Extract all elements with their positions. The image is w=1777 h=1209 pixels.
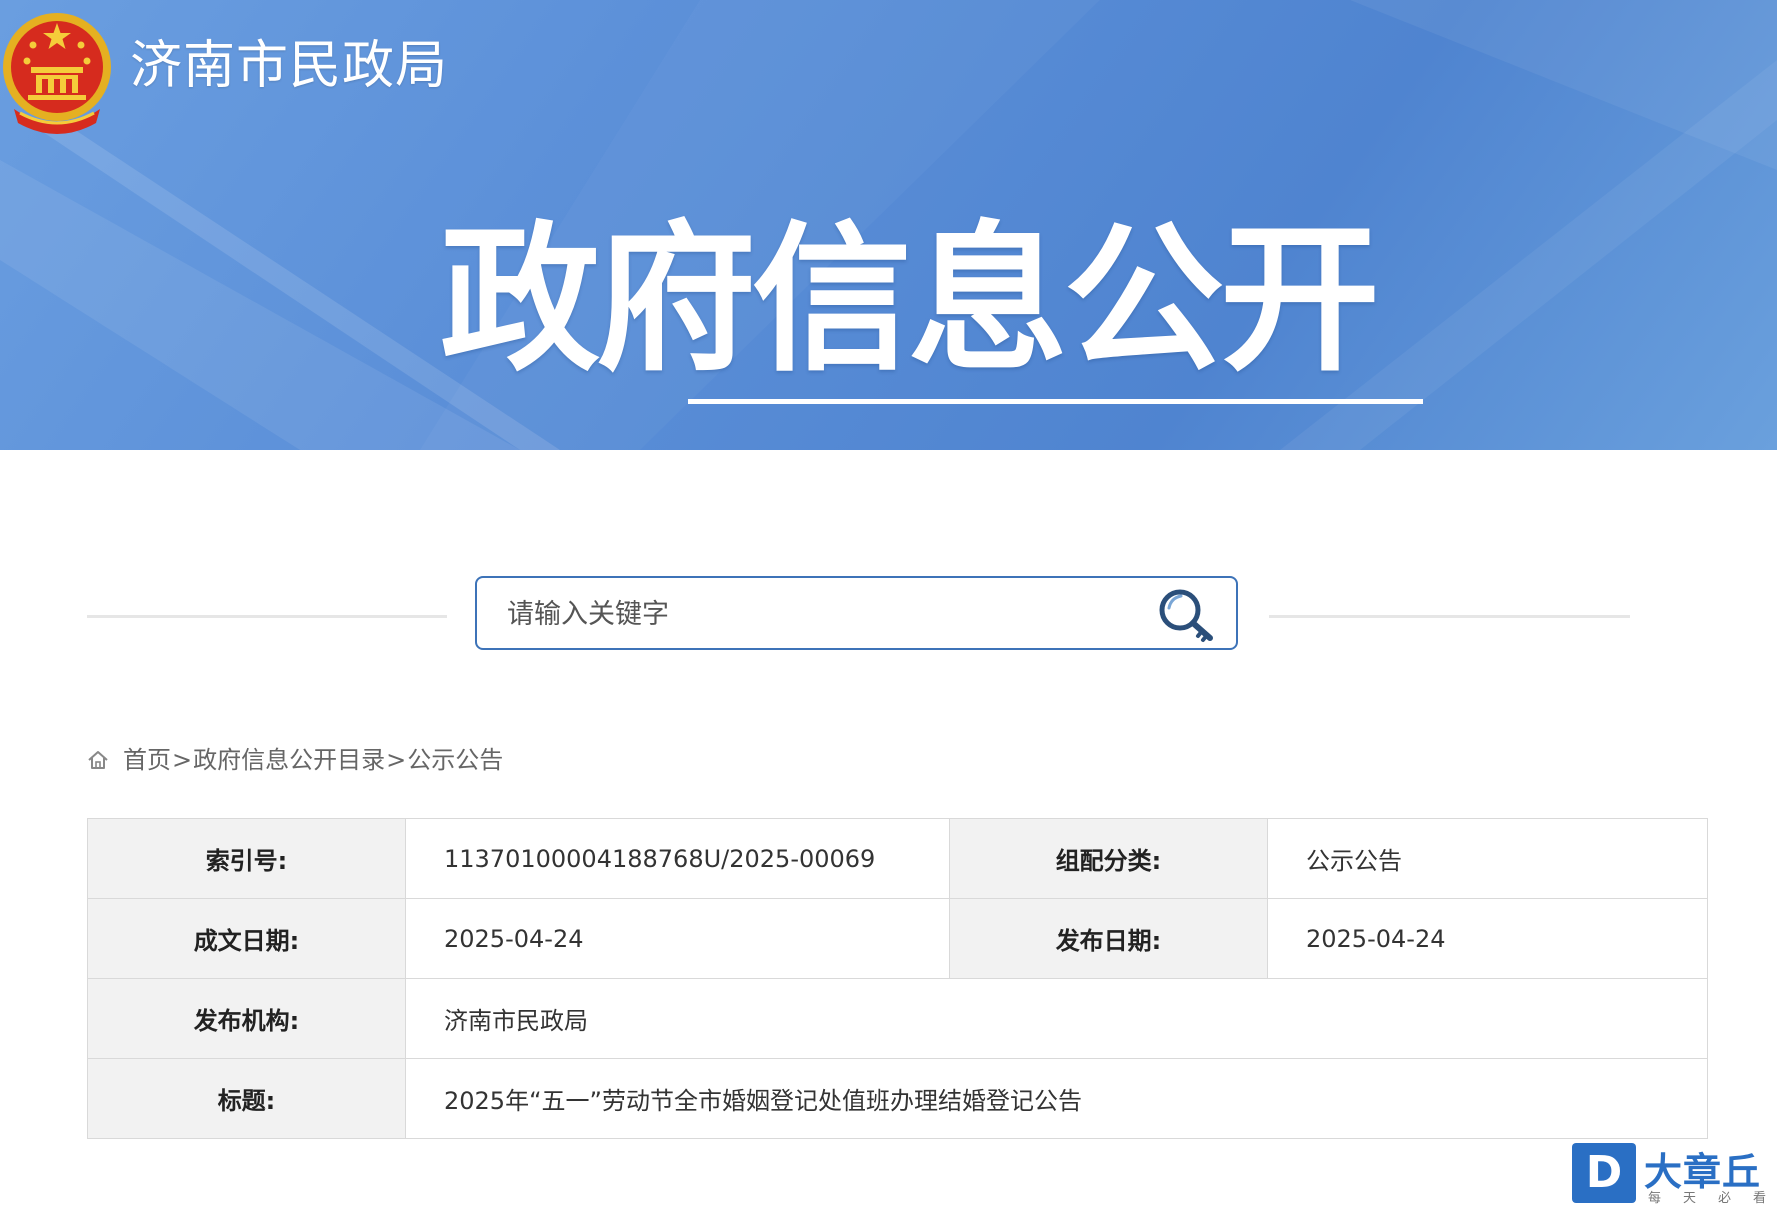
search-icon[interactable] xyxy=(1155,586,1219,644)
watermark-slogan: 每天必看 xyxy=(1648,1191,1777,1206)
search-divider-right xyxy=(1269,615,1630,618)
breadcrumb: 首页>政府信息公开目录>公示公告 xyxy=(87,740,503,780)
category-value: 公示公告 xyxy=(1267,818,1708,899)
index-number-value: 11370100004188768U/2025-00069 xyxy=(405,818,950,899)
table-row: 成文日期: 2025-04-24 发布日期: 2025-04-24 xyxy=(87,898,1708,979)
table-row: 发布机构: 济南市民政局 xyxy=(87,978,1708,1059)
table-row: 索引号: 11370100004188768U/2025-00069 组配分类:… xyxy=(87,818,1708,899)
title-value: 2025年“五一”劳动节全市婚姻登记处值班办理结婚登记公告 xyxy=(405,1058,1708,1139)
banner-underline xyxy=(688,399,1423,404)
header-banner: 济南市民政局 政府信息公开 xyxy=(0,0,1777,450)
dazhangqiu-logo-icon: D xyxy=(1572,1143,1636,1203)
breadcrumb-current[interactable]: 公示公告 xyxy=(407,746,503,774)
home-icon xyxy=(88,751,108,769)
publish-date-label: 发布日期: xyxy=(949,898,1268,979)
publish-date-value: 2025-04-24 xyxy=(1267,898,1708,979)
banner-title: 政府信息公开 xyxy=(440,206,1380,393)
written-date-label: 成文日期: xyxy=(87,898,406,979)
search-divider-left xyxy=(87,615,447,618)
search-input[interactable] xyxy=(505,592,1129,636)
written-date-value: 2025-04-24 xyxy=(405,898,950,979)
breadcrumb-separator: > xyxy=(386,746,407,774)
document-info-table: 索引号: 11370100004188768U/2025-00069 组配分类:… xyxy=(87,818,1708,1139)
category-label: 组配分类: xyxy=(949,818,1268,899)
table-row: 标题: 2025年“五一”劳动节全市婚姻登记处值班办理结婚登记公告 xyxy=(87,1058,1708,1139)
publisher-value: 济南市民政局 xyxy=(405,978,1708,1059)
breadcrumb-home[interactable]: 首页 xyxy=(123,746,171,774)
search-box xyxy=(475,576,1238,650)
breadcrumb-catalog[interactable]: 政府信息公开目录 xyxy=(193,746,385,774)
index-number-label: 索引号: xyxy=(87,818,406,899)
publisher-label: 发布机构: xyxy=(87,978,406,1059)
watermark: D 大章丘 每天必看 xyxy=(1572,1143,1777,1209)
national-emblem-icon xyxy=(3,13,111,134)
title-label: 标题: xyxy=(87,1058,406,1139)
breadcrumb-separator: > xyxy=(172,746,193,774)
site-name[interactable]: 济南市民政局 xyxy=(130,30,448,102)
